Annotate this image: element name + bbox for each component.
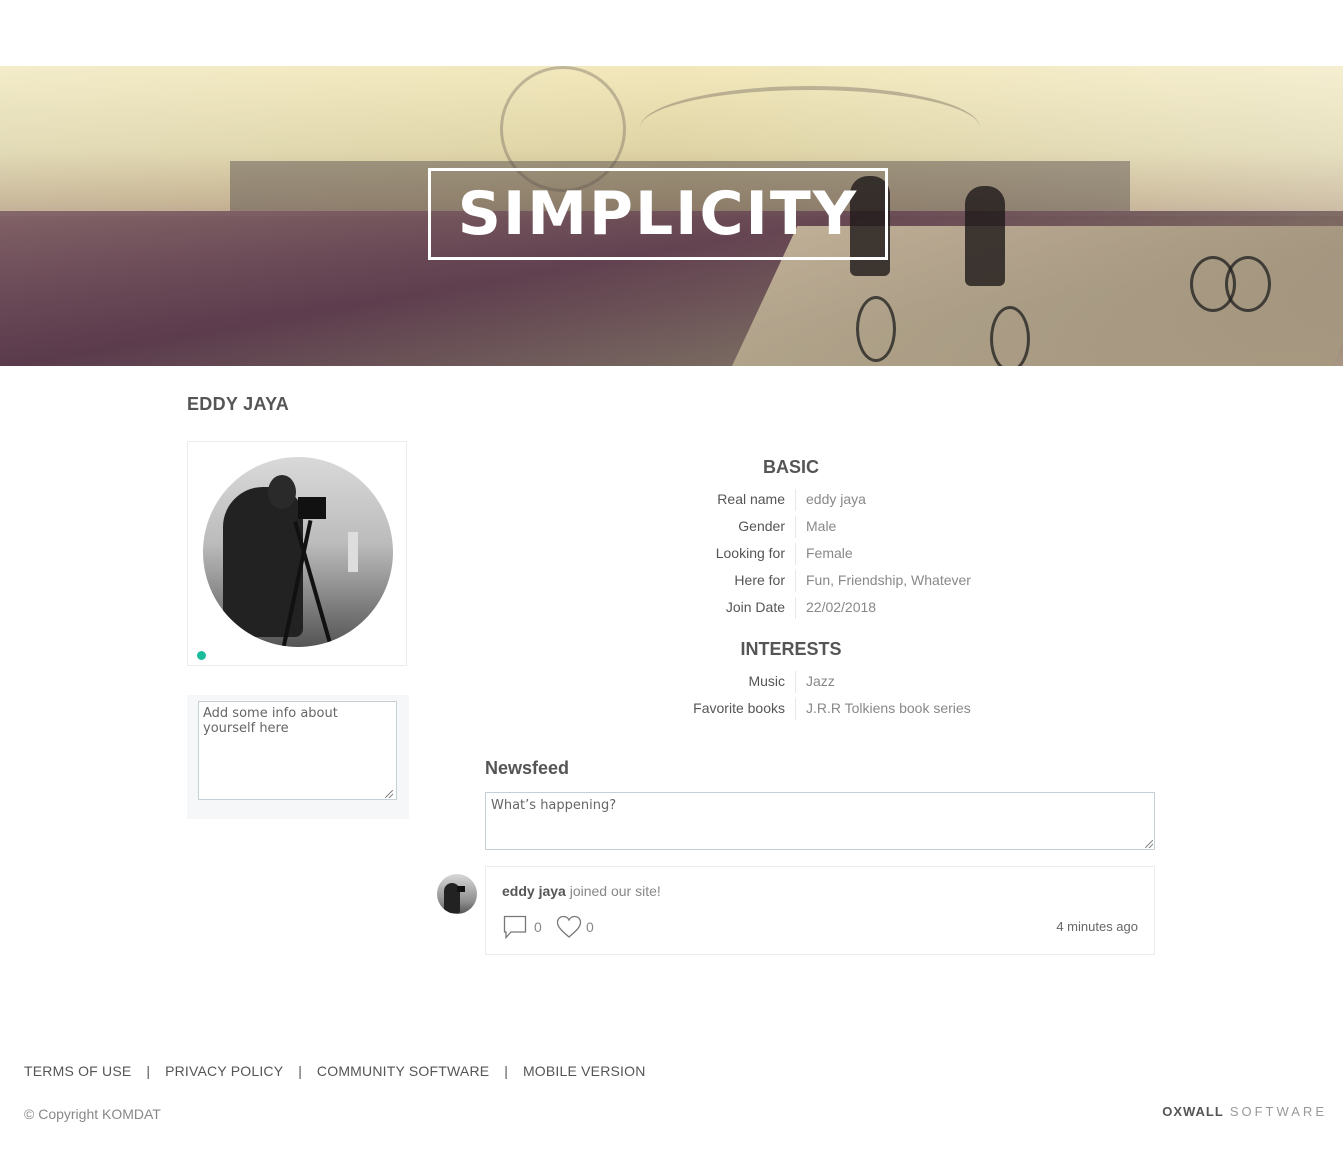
field-divider [795, 597, 796, 619]
field-value: Fun, Friendship, Whatever [806, 572, 971, 588]
field-divider [795, 516, 796, 538]
field-row: Music Jazz [485, 671, 1155, 697]
field-divider [795, 570, 796, 592]
avatar-box [187, 441, 407, 666]
footer-separator: | [146, 1063, 151, 1079]
field-divider [795, 543, 796, 565]
banner-bike-wheel [856, 296, 896, 362]
feed-user-link[interactable]: eddy jaya [502, 883, 566, 899]
profile-display-name: EDDY JAYA [187, 394, 290, 414]
footer-links: TERMS OF USE | PRIVACY POLICY | COMMUNIT… [24, 1063, 646, 1079]
banner-bike-wheel [990, 306, 1030, 366]
footer-separator: | [504, 1063, 508, 1079]
banner-coaster [640, 86, 980, 170]
field-row: Favorite books J.R.R Tolkiens book serie… [485, 698, 1155, 724]
section-heading-basic: BASIC [762, 457, 819, 477]
comment-count: 0 [534, 919, 542, 935]
about-widget: Add some info about yourself here [187, 695, 409, 819]
footer-link-mobile-version[interactable]: MOBILE VERSION [523, 1063, 646, 1079]
footer-separator: | [298, 1063, 302, 1079]
field-label: Music [748, 673, 785, 689]
field-label: Looking for [715, 545, 785, 561]
footer-link-terms[interactable]: TERMS OF USE [24, 1063, 131, 1079]
about-me-textarea[interactable]: Add some info about yourself here [198, 701, 397, 800]
footer-link-privacy[interactable]: PRIVACY POLICY [165, 1063, 283, 1079]
field-value: 22/02/2018 [806, 599, 877, 615]
field-label: Real name [717, 491, 785, 507]
copyright-text: © Copyright KOMDAT [24, 1106, 161, 1122]
feed-user-avatar[interactable] [437, 874, 477, 914]
resize-handle-icon[interactable] [1145, 840, 1153, 848]
field-value: J.R.R Tolkiens book series [806, 700, 971, 716]
field-row: Here for Fun, Friendship, Whatever [485, 570, 1155, 596]
oxwall-logo-light: SOFTWARE [1229, 1104, 1327, 1119]
field-divider [795, 698, 796, 720]
online-status-dot [197, 651, 206, 660]
field-row: Looking for Female [485, 543, 1155, 569]
field-divider [795, 671, 796, 693]
site-title: SIMPLICITY [457, 179, 859, 249]
heart-icon[interactable] [556, 915, 582, 939]
newsfeed-heading: Newsfeed [485, 758, 570, 778]
avatar-camera [457, 886, 465, 892]
feed-action-text: joined our site! [569, 883, 661, 899]
field-row: Gender Male [485, 516, 1155, 542]
banner-bike-wheel [1225, 256, 1271, 312]
field-label: Here for [734, 572, 785, 588]
section-heading-interests: INTERESTS [740, 639, 842, 659]
field-label: Gender [738, 518, 785, 534]
avatar[interactable] [203, 457, 393, 647]
status-input[interactable]: What’s happening? [485, 792, 1155, 850]
comment-icon[interactable] [503, 915, 527, 939]
avatar-head [268, 475, 296, 509]
feed-text: eddy jaya joined our site! [502, 883, 661, 899]
feed-item: eddy jaya joined our site! 0 0 4 minutes… [485, 866, 1155, 955]
avatar-building [348, 532, 358, 572]
like-count: 0 [586, 919, 594, 935]
field-label: Join Date [725, 599, 785, 615]
avatar-camera [298, 497, 326, 519]
field-row: Real name eddy jaya [485, 489, 1155, 515]
footer-link-community-software[interactable]: COMMUNITY SOFTWARE [317, 1063, 489, 1079]
field-divider [795, 489, 796, 511]
field-row: Join Date 22/02/2018 [485, 597, 1155, 623]
oxwall-logo[interactable]: OXWALL SOFTWARE [1162, 1104, 1327, 1119]
field-value: Jazz [806, 673, 835, 689]
oxwall-logo-bold: OXWALL [1162, 1104, 1224, 1119]
field-value: eddy jaya [806, 491, 866, 507]
banner-rider [965, 186, 1005, 286]
site-title-box[interactable]: SIMPLICITY [428, 168, 888, 260]
field-value: Female [806, 545, 853, 561]
feed-timestamp[interactable]: 4 minutes ago [1056, 919, 1138, 934]
field-label: Favorite books [693, 700, 785, 716]
resize-handle-icon[interactable] [385, 790, 393, 798]
field-value: Male [806, 518, 837, 534]
